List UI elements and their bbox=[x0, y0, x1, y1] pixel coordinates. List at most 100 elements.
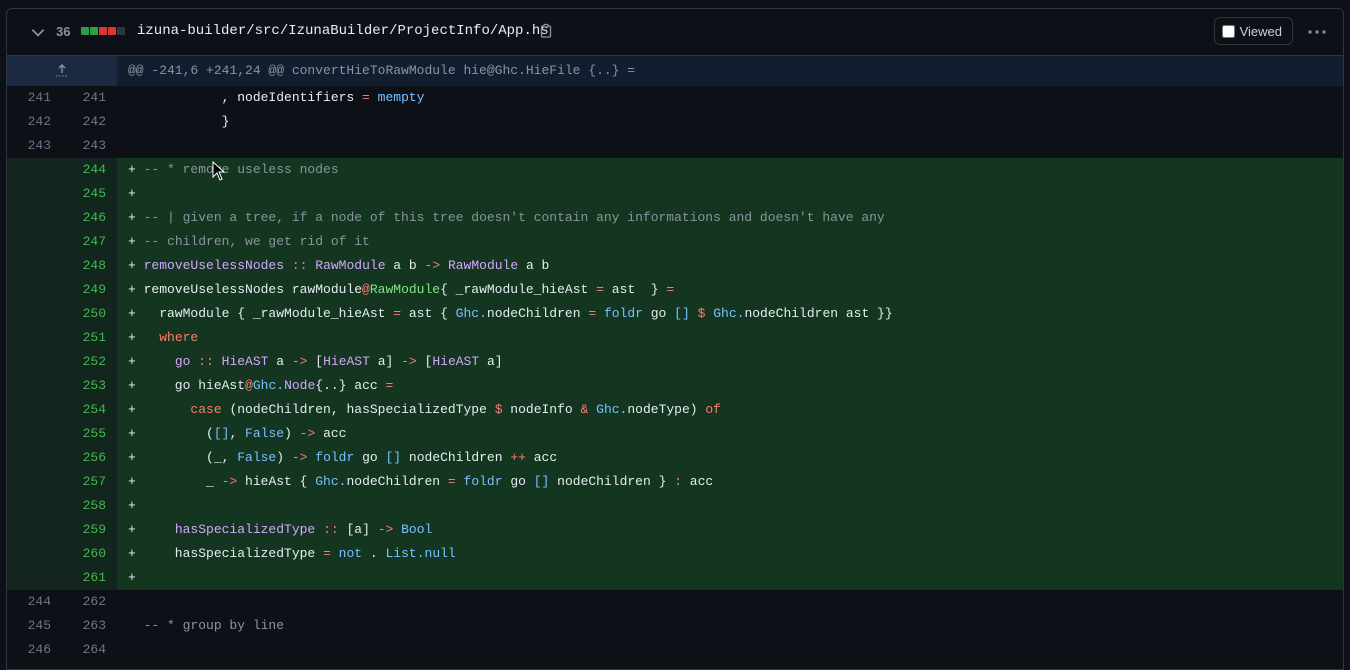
new-line-number[interactable]: 251 bbox=[62, 326, 117, 350]
new-line-number[interactable]: 262 bbox=[62, 590, 117, 614]
old-line-number[interactable]: 242 bbox=[7, 110, 62, 134]
added-line: 248 + removeUselessNodes :: RawModule a b… bbox=[7, 254, 1343, 278]
added-line: 245 + bbox=[7, 182, 1343, 206]
new-line-number[interactable]: 259 bbox=[62, 518, 117, 542]
context-line: 246 264 bbox=[7, 638, 1343, 662]
code-line: + (_, False) -> foldr go [] nodeChildren… bbox=[117, 446, 1343, 470]
added-line: 246 + -- | given a tree, if a node of thi… bbox=[7, 206, 1343, 230]
new-line-number[interactable]: 253 bbox=[62, 374, 117, 398]
new-line-number[interactable]: 246 bbox=[62, 206, 117, 230]
new-line-number[interactable]: 252 bbox=[62, 350, 117, 374]
new-line-number[interactable]: 256 bbox=[62, 446, 117, 470]
viewed-label: Viewed bbox=[1239, 23, 1282, 39]
new-line-number[interactable]: 255 bbox=[62, 422, 117, 446]
added-line: 255 + ([], False) -> acc bbox=[7, 422, 1343, 446]
old-line-number[interactable]: 244 bbox=[7, 590, 62, 614]
new-line-number[interactable]: 250 bbox=[62, 302, 117, 326]
copy-icon[interactable] bbox=[538, 23, 554, 39]
code-line: + bbox=[117, 566, 1343, 590]
expand-up-button[interactable] bbox=[7, 56, 117, 86]
code-line: + -- children, we get rid of it bbox=[117, 230, 1343, 254]
chevron-down-icon[interactable] bbox=[29, 23, 47, 41]
new-line-number[interactable]: 244 bbox=[62, 158, 117, 182]
added-line: 260 + hasSpecializedType = not . List.nul… bbox=[7, 542, 1343, 566]
viewed-checkbox[interactable] bbox=[1221, 24, 1235, 38]
new-line-number[interactable]: 258 bbox=[62, 494, 117, 518]
old-line-number[interactable] bbox=[7, 326, 62, 350]
old-line-number[interactable] bbox=[7, 374, 62, 398]
old-line-number[interactable]: 246 bbox=[7, 638, 62, 662]
new-line-number[interactable]: 247 bbox=[62, 230, 117, 254]
old-line-number[interactable] bbox=[7, 254, 62, 278]
old-line-number[interactable] bbox=[7, 302, 62, 326]
more-options-icon[interactable] bbox=[1307, 23, 1327, 41]
added-line: 252 + go :: HieAST a -> [HieAST a] -> [Hi… bbox=[7, 350, 1343, 374]
new-line-number[interactable]: 263 bbox=[62, 614, 117, 638]
viewed-toggle[interactable]: Viewed bbox=[1213, 17, 1293, 45]
old-line-number[interactable] bbox=[7, 230, 62, 254]
code-line: + bbox=[117, 182, 1343, 206]
added-line: 261 + bbox=[7, 566, 1343, 590]
added-line: 244 + -- * remove useless nodes bbox=[7, 158, 1343, 182]
file-path[interactable]: izuna-builder/src/IzunaBuilder/ProjectIn… bbox=[137, 23, 549, 39]
old-line-number[interactable] bbox=[7, 470, 62, 494]
code-line: + hasSpecializedType = not . List.null bbox=[117, 542, 1343, 566]
old-line-number[interactable] bbox=[7, 398, 62, 422]
old-line-number[interactable] bbox=[7, 422, 62, 446]
old-line-number[interactable] bbox=[7, 206, 62, 230]
old-line-number[interactable] bbox=[7, 182, 62, 206]
old-line-number[interactable] bbox=[7, 494, 62, 518]
diffstat-square bbox=[90, 27, 98, 35]
code-line: + -- | given a tree, if a node of this t… bbox=[117, 206, 1343, 230]
new-line-number[interactable]: 249 bbox=[62, 278, 117, 302]
hunk-header: @@ -241,6 +241,24 @@ convertHieToRawModu… bbox=[7, 56, 1343, 86]
code-line: + _ -> hieAst { Ghc.nodeChildren = foldr… bbox=[117, 470, 1343, 494]
new-line-number[interactable]: 242 bbox=[62, 110, 117, 134]
old-line-number[interactable] bbox=[7, 158, 62, 182]
added-line: 258 + bbox=[7, 494, 1343, 518]
old-line-number[interactable] bbox=[7, 350, 62, 374]
new-line-number[interactable]: 248 bbox=[62, 254, 117, 278]
old-line-number[interactable] bbox=[7, 518, 62, 542]
added-line: 254 + case (nodeChildren, hasSpecializedT… bbox=[7, 398, 1343, 422]
code-line: + where bbox=[117, 326, 1343, 350]
code-line: + removeUselessNodes rawModule@RawModule… bbox=[117, 278, 1343, 302]
added-line: 256 + (_, False) -> foldr go [] nodeChild… bbox=[7, 446, 1343, 470]
diff-file: 36 izuna-builder/src/IzunaBuilder/Projec… bbox=[6, 8, 1344, 670]
diffstat bbox=[81, 27, 125, 35]
new-line-number[interactable]: 257 bbox=[62, 470, 117, 494]
expand-up-icon bbox=[56, 64, 68, 77]
added-line: 253 + go hieAst@Ghc.Node{..} acc = bbox=[7, 374, 1343, 398]
added-line: 257 + _ -> hieAst { Ghc.nodeChildren = fo… bbox=[7, 470, 1343, 494]
old-line-number[interactable] bbox=[7, 278, 62, 302]
new-line-number[interactable]: 260 bbox=[62, 542, 117, 566]
code-line: , nodeIdentifiers = mempty bbox=[128, 90, 425, 105]
new-line-number[interactable]: 241 bbox=[62, 86, 117, 110]
old-line-number[interactable] bbox=[7, 566, 62, 590]
added-line: 259 + hasSpecializedType :: [a] -> Bool bbox=[7, 518, 1343, 542]
old-line-number[interactable]: 243 bbox=[7, 134, 62, 158]
new-line-number[interactable]: 261 bbox=[62, 566, 117, 590]
context-line: 243 243 bbox=[7, 134, 1343, 158]
code-line: + case (nodeChildren, hasSpecializedType… bbox=[117, 398, 1343, 422]
old-line-number[interactable] bbox=[7, 542, 62, 566]
code-line: + hasSpecializedType :: [a] -> Bool bbox=[117, 518, 1343, 542]
old-line-number[interactable]: 241 bbox=[7, 86, 62, 110]
code-line: + removeUselessNodes :: RawModule a b ->… bbox=[117, 254, 1343, 278]
context-line: 244 262 bbox=[7, 590, 1343, 614]
context-line: 241 241 , nodeIdentifiers = mempty bbox=[7, 86, 1343, 110]
added-line: 247 + -- children, we get rid of it bbox=[7, 230, 1343, 254]
code-line: -- * group by line bbox=[143, 618, 285, 633]
old-line-number[interactable]: 245 bbox=[7, 614, 62, 638]
context-line: 245 263 -- * group by line bbox=[7, 614, 1343, 638]
new-line-number[interactable]: 245 bbox=[62, 182, 117, 206]
old-line-number[interactable] bbox=[7, 446, 62, 470]
diffstat-square bbox=[81, 27, 89, 35]
new-line-number[interactable]: 254 bbox=[62, 398, 117, 422]
code-line: } bbox=[128, 114, 230, 129]
new-line-number[interactable]: 243 bbox=[62, 134, 117, 158]
new-line-number[interactable]: 264 bbox=[62, 638, 117, 662]
